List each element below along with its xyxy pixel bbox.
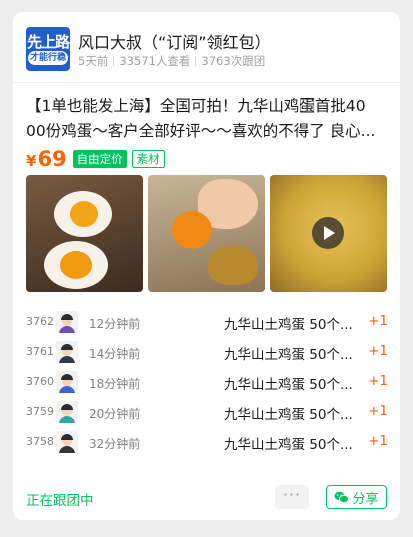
order-time: 32分钟前 — [89, 437, 141, 451]
post-headline[interactable]: 【1单也能发上海】全国可拍！九华山鸡蛋⃞首批40 00份鸡蛋～客户全部好评～～喜… — [26, 94, 388, 144]
price-symbol: ¥ — [26, 152, 37, 170]
order-row[interactable]: 3758 32分钟前 九华山土鸡蛋 50个... +1 — [26, 427, 388, 457]
free-price-tag: 自由定价 — [72, 150, 127, 168]
post-header: 先上路 才能行稳 风口大叔（“订阅”领红包） 5天前 33571人查看 3763次跟… — [26, 27, 387, 71]
user-avatar — [56, 311, 78, 333]
avatar-hair — [61, 404, 73, 410]
avatar-text-bottom: 才能行稳 — [28, 51, 68, 65]
card-footer: 正在跟团中 ··· 分享 — [26, 485, 387, 511]
post-time: 5天前 — [78, 54, 109, 68]
order-product: 九华山土鸡蛋 50个... — [224, 347, 353, 363]
order-time: 12分钟前 — [89, 317, 141, 331]
order-list: 3762 12分钟前 九华山土鸡蛋 50个... +1 3761 14分钟前 九… — [26, 307, 388, 457]
price-value: 69 — [37, 147, 67, 171]
order-product: 九华山土鸡蛋 50个... — [224, 407, 353, 423]
play-icon[interactable] — [312, 217, 344, 249]
avatar-body — [59, 386, 75, 393]
order-time: 20分钟前 — [89, 407, 141, 421]
order-row[interactable]: 3760 18分钟前 九华山土鸡蛋 50个... +1 — [26, 367, 388, 397]
share-button[interactable]: 分享 — [326, 485, 387, 509]
price-row: ¥69 自由定价 素材 — [26, 146, 165, 172]
view-count: 33571人查看 — [119, 54, 191, 68]
avatar-text-top: 先上路 — [26, 33, 70, 51]
avatar-body — [59, 416, 75, 423]
following-status[interactable]: 正在跟团中 — [26, 489, 94, 509]
avatar-hair — [61, 344, 73, 350]
order-number: 3758 — [26, 435, 54, 448]
follow-count: 3763次跟团 — [201, 54, 266, 68]
avatar-body — [59, 446, 75, 453]
author-avatar[interactable]: 先上路 才能行稳 — [26, 27, 70, 71]
order-number: 3762 — [26, 315, 54, 328]
avatar-hair — [61, 374, 73, 380]
egg-yolk-shape — [60, 251, 92, 279]
order-number: 3759 — [26, 405, 54, 418]
material-tag[interactable]: 素材 — [131, 150, 165, 168]
group-buy-card[interactable]: 先上路 才能行稳 风口大叔（“订阅”领红包） 5天前 33571人查看 3763次跟… — [13, 12, 400, 520]
order-quantity: +1 — [368, 313, 388, 329]
order-quantity: +1 — [368, 403, 388, 419]
order-quantity: +1 — [368, 433, 388, 449]
chicken-shape — [208, 245, 258, 285]
order-number: 3761 — [26, 345, 54, 358]
headline-line-2: 00份鸡蛋～客户全部好评～～喜欢的不得了 良心... — [26, 122, 376, 140]
order-product: 九华山土鸡蛋 50个... — [224, 317, 353, 333]
photo-boiled-eggs[interactable] — [26, 175, 143, 292]
photo-yolk-in-hand[interactable] — [148, 175, 265, 292]
order-time: 14分钟前 — [89, 347, 141, 361]
order-quantity: +1 — [368, 373, 388, 389]
avatar-body — [59, 326, 75, 333]
video-thumbnail[interactable] — [270, 175, 387, 292]
yolk-shape — [172, 211, 212, 249]
price: ¥69 — [26, 147, 67, 171]
author-name[interactable]: 风口大叔（“订阅”领红包） — [78, 29, 271, 53]
wechat-icon — [334, 491, 350, 503]
more-button[interactable]: ··· — [275, 485, 309, 509]
order-row[interactable]: 3761 14分钟前 九华山土鸡蛋 50个... +1 — [26, 337, 388, 367]
order-time: 18分钟前 — [89, 377, 141, 391]
order-product: 九华山土鸡蛋 50个... — [224, 437, 353, 453]
order-row[interactable]: 3762 12分钟前 九华山土鸡蛋 50个... +1 — [26, 307, 388, 337]
order-product: 九华山土鸡蛋 50个... — [224, 377, 353, 393]
order-row[interactable]: 3759 20分钟前 九华山土鸡蛋 50个... +1 — [26, 397, 388, 427]
avatar-body — [59, 356, 75, 363]
user-avatar — [56, 431, 78, 453]
meta-divider — [113, 56, 115, 66]
user-avatar — [56, 341, 78, 363]
share-label: 分享 — [352, 491, 379, 507]
meta-divider — [195, 56, 197, 66]
avatar-hair — [61, 314, 73, 320]
avatar-hair — [61, 434, 73, 440]
order-number: 3760 — [26, 375, 54, 388]
order-quantity: +1 — [368, 343, 388, 359]
photo-grid — [26, 175, 388, 292]
user-avatar — [56, 401, 78, 423]
header-divider — [13, 82, 400, 83]
egg-yolk-shape — [70, 201, 98, 227]
user-avatar — [56, 371, 78, 393]
headline-line-1: 【1单也能发上海】全国可拍！九华山鸡蛋⃞首批40 — [26, 97, 366, 115]
post-meta: 5天前 33571人查看 3763次跟团 — [78, 53, 265, 69]
